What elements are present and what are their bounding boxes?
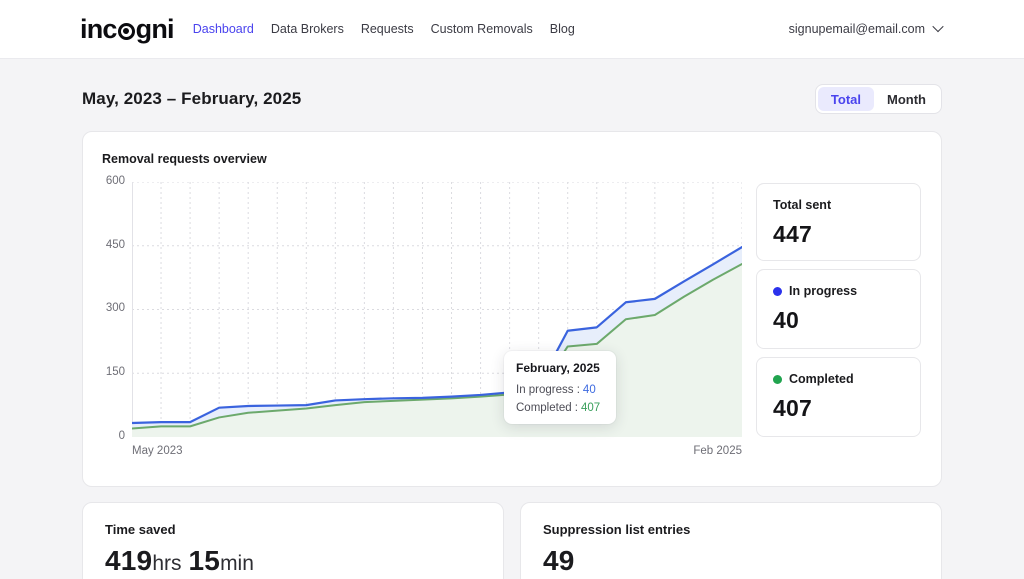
time-saved-hours-unit: hrs [152,552,181,575]
chevron-down-icon [932,20,943,31]
y-tick-150: 150 [83,366,125,378]
y-tick-0: 0 [83,430,125,442]
time-saved-card: Time saved 419hrs 15min [82,502,504,579]
dashboard-main: May, 2023 – February, 2025 Total Month R… [0,59,1024,579]
nav-item-dashboard[interactable]: Dashboard [193,22,254,36]
suppression-list-card: Suppression list entries 49 [520,502,942,579]
time-saved-minutes-unit: min [220,552,254,575]
in-progress-label: In progress [789,284,857,298]
y-tick-600: 600 [83,175,125,187]
incogni-logo[interactable]: incgni [80,14,174,45]
logo-text-post: gni [136,14,174,45]
suppression-list-title: Suppression list entries [543,522,919,537]
suppression-list-count: 49 [543,545,575,576]
page-title: May, 2023 – February, 2025 [82,89,301,109]
suppression-list-value: 49 [543,545,919,577]
removal-requests-title: Removal requests overview [102,152,267,166]
total-sent-value: 447 [773,221,904,248]
completed-label: Completed [789,372,854,386]
stat-card-completed: Completed 407 [756,357,921,437]
chart-tooltip: February, 2025 In progress :40 Completed… [504,351,616,424]
bottom-cards-row: Time saved 419hrs 15min Suppression list … [82,502,942,579]
y-tick-450: 450 [83,239,125,251]
time-saved-value: 419hrs 15min [105,545,481,577]
top-navbar: incgni Dashboard Data Brokers Requests C… [0,0,1024,59]
chart-stats-column: Total sent 447 In progress 40 Completed … [756,183,921,437]
completed-value: 407 [773,395,904,422]
y-tick-300: 300 [83,302,125,314]
title-row: May, 2023 – February, 2025 Total Month [82,84,942,114]
removal-requests-card: Removal requests overview 600 450 300 15… [82,131,942,487]
total-month-toggle: Total Month [815,84,942,114]
tooltip-in-progress-value: 40 [583,384,596,396]
in-progress-dot-icon [773,287,782,296]
time-saved-minutes: 15 [189,545,221,576]
tooltip-row-completed: Completed :407 [516,402,604,414]
x-tick-may-2023: May 2023 [132,445,183,457]
account-email: signupemail@email.com [789,22,925,36]
time-saved-title: Time saved [105,522,481,537]
nav-item-requests[interactable]: Requests [361,22,414,36]
tooltip-completed-value: 407 [581,402,600,414]
stat-card-in-progress: In progress 40 [756,269,921,349]
in-progress-value: 40 [773,307,904,334]
account-menu[interactable]: signupemail@email.com [789,22,942,36]
stat-card-total-sent: Total sent 447 [756,183,921,261]
tooltip-completed-label: Completed : [516,402,578,414]
logo-text-pre: inc [80,14,117,45]
nav-item-blog[interactable]: Blog [550,22,575,36]
tooltip-row-in-progress: In progress :40 [516,384,604,396]
toggle-option-month[interactable]: Month [874,87,939,111]
tooltip-title: February, 2025 [516,361,604,375]
tooltip-in-progress-label: In progress : [516,384,580,396]
main-nav: Dashboard Data Brokers Requests Custom R… [193,22,575,36]
completed-dot-icon [773,375,782,384]
incogni-eye-o-icon [118,23,135,40]
toggle-option-total[interactable]: Total [818,87,874,111]
total-sent-label: Total sent [773,198,831,212]
removal-requests-chart[interactable] [132,182,742,437]
time-saved-hours: 419 [105,545,152,576]
x-tick-feb-2025: Feb 2025 [680,445,742,457]
nav-item-custom-removals[interactable]: Custom Removals [431,22,533,36]
nav-item-data-brokers[interactable]: Data Brokers [271,22,344,36]
